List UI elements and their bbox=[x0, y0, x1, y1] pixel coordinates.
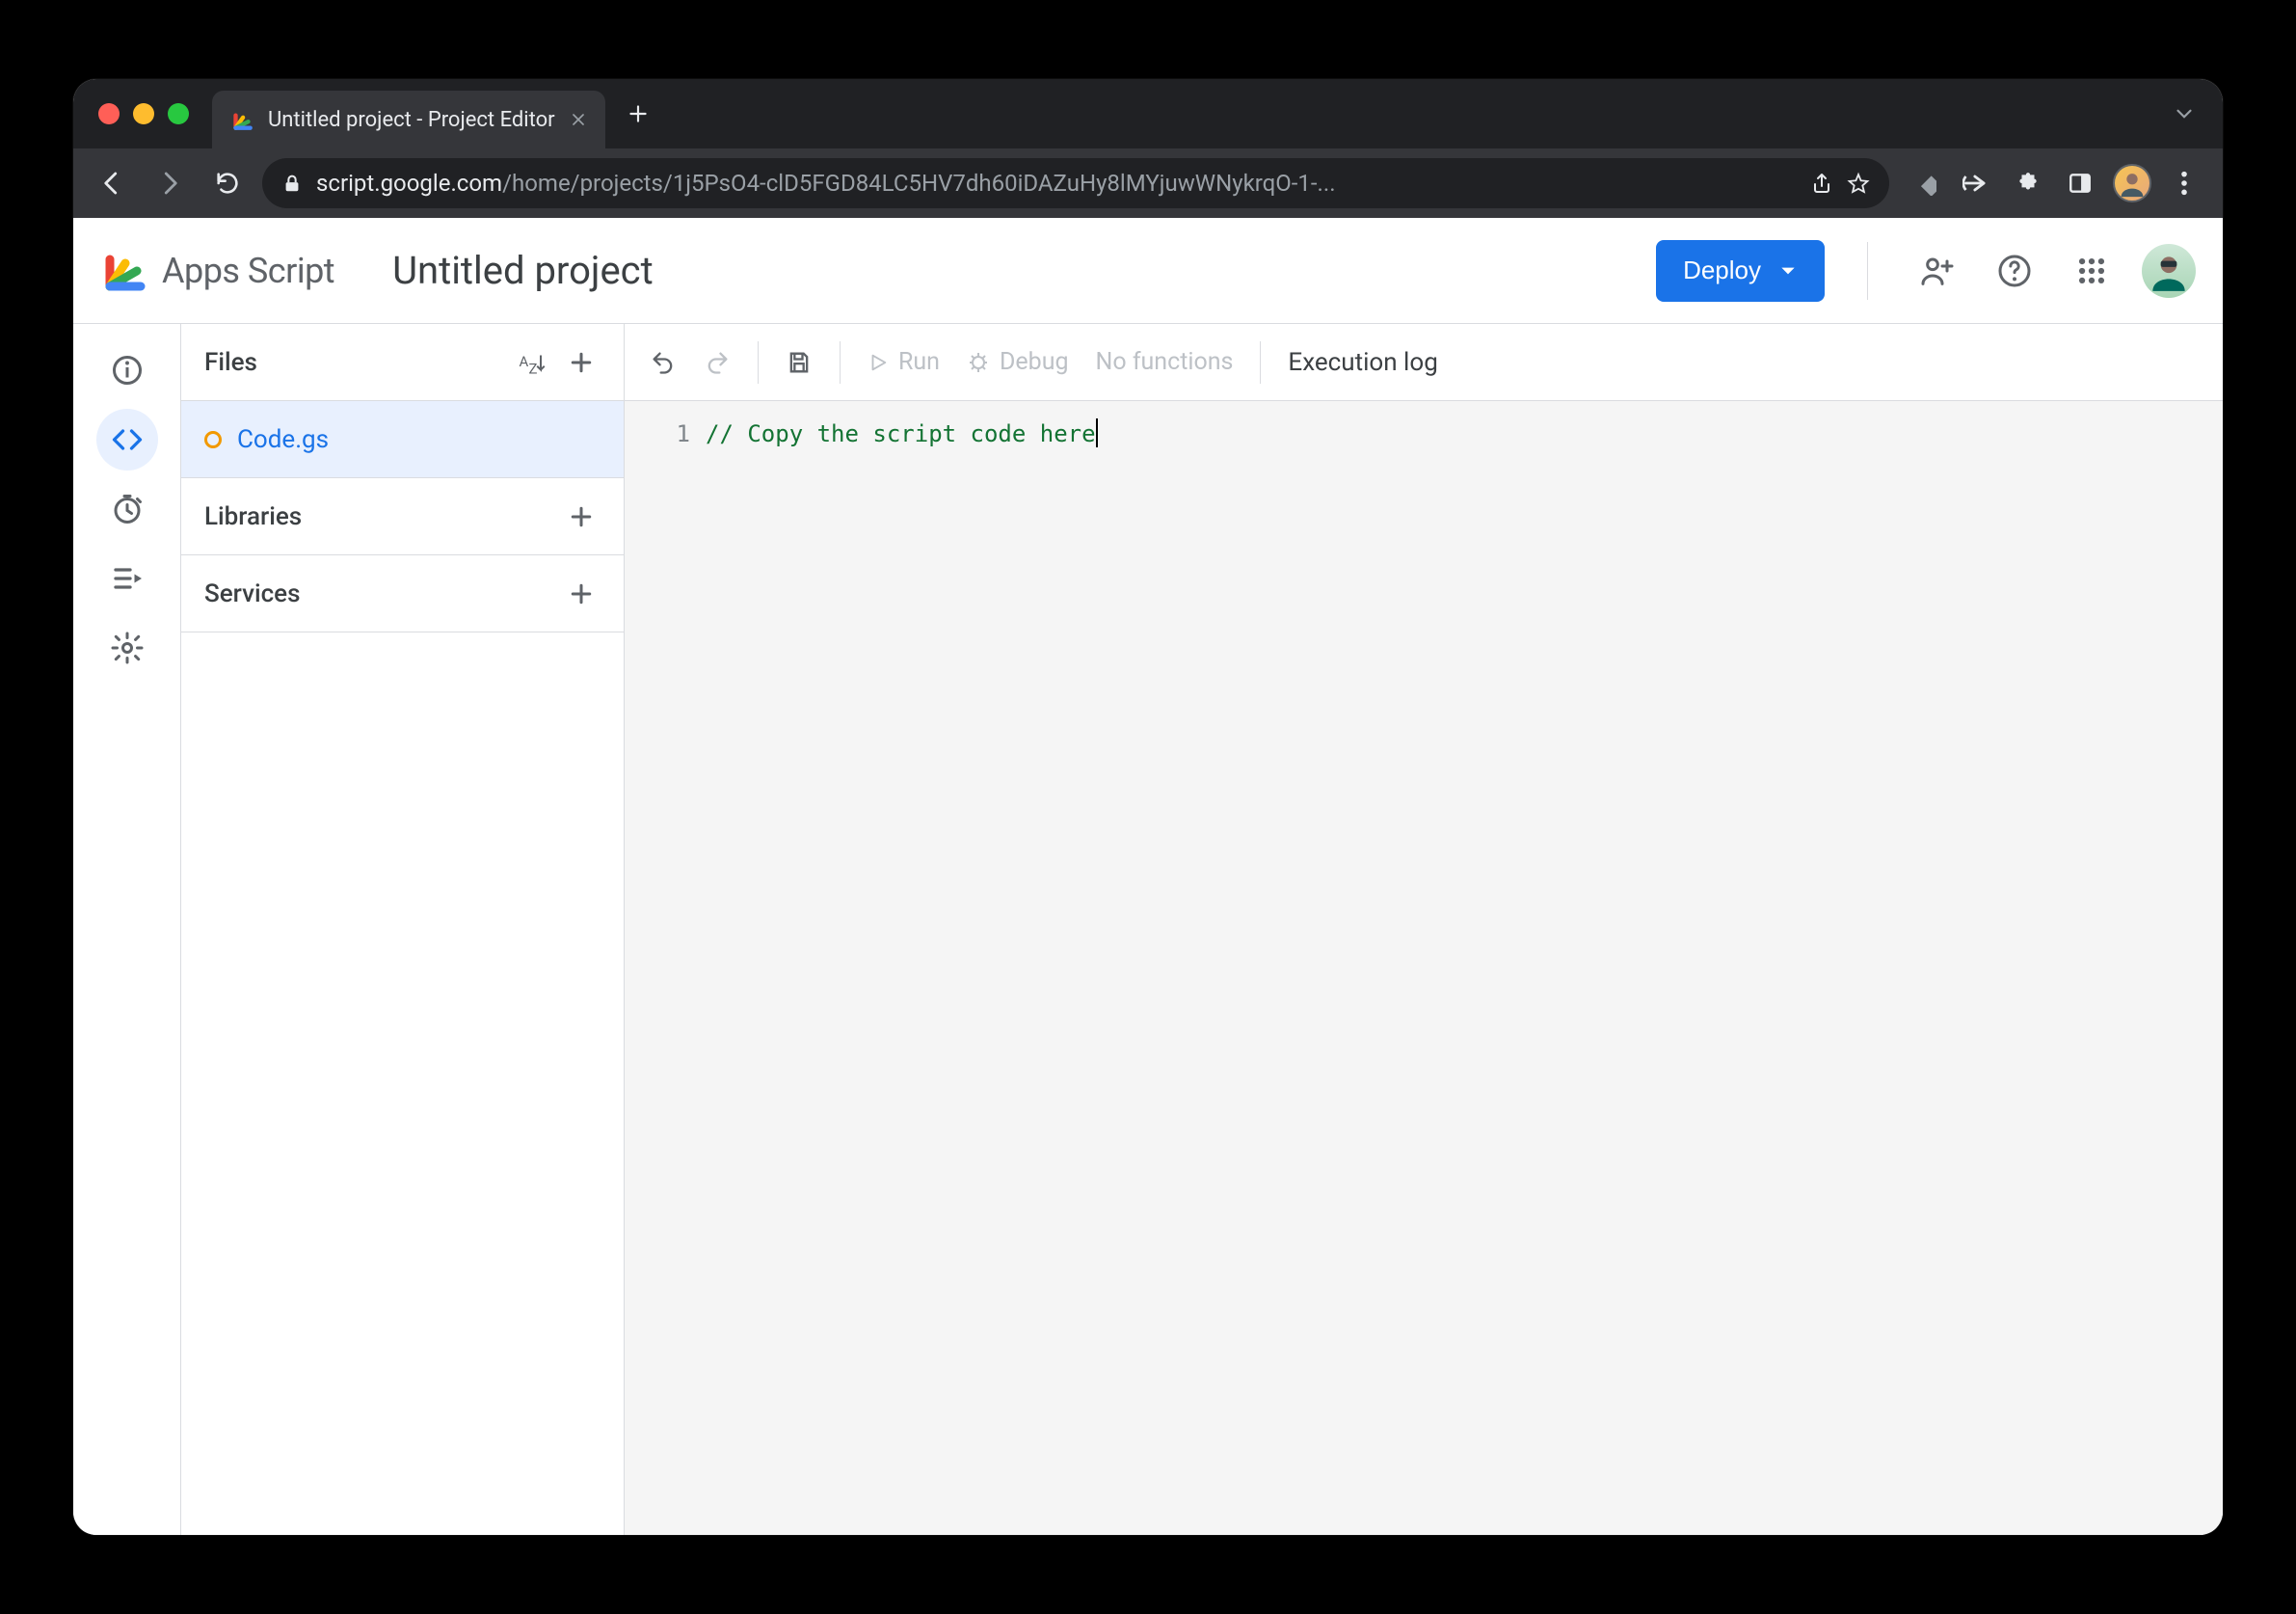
product-name: Apps Script bbox=[162, 251, 334, 291]
app-header: Apps Script Untitled project Deploy bbox=[73, 218, 2223, 324]
apps-script-logo-icon bbox=[100, 248, 147, 294]
code-lines[interactable]: // Copy the script code here bbox=[706, 401, 2223, 1535]
app-content: Apps Script Untitled project Deploy bbox=[73, 218, 2223, 1535]
minimize-window-button[interactable] bbox=[133, 103, 154, 124]
nav-executions-button[interactable] bbox=[96, 548, 158, 609]
add-service-button[interactable] bbox=[562, 575, 601, 613]
function-selector[interactable]: No functions bbox=[1086, 339, 1243, 386]
forward-button[interactable] bbox=[147, 160, 193, 206]
bookmark-star-icon[interactable] bbox=[1847, 172, 1870, 195]
services-heading: Services bbox=[204, 579, 562, 608]
divider bbox=[1867, 242, 1868, 300]
line-gutter: 1 bbox=[625, 401, 706, 1535]
project-title[interactable]: Untitled project bbox=[392, 248, 654, 293]
apps-script-favicon bbox=[229, 107, 254, 132]
browser-menu-button[interactable] bbox=[2161, 160, 2207, 206]
libraries-heading: Libraries bbox=[204, 502, 562, 531]
extension-send-icon[interactable] bbox=[1953, 160, 1999, 206]
unsaved-indicator-icon bbox=[204, 431, 222, 448]
files-heading-row: Files AZ bbox=[181, 324, 624, 401]
deploy-button[interactable]: Deploy bbox=[1656, 240, 1825, 302]
profile-avatar-button[interactable] bbox=[2109, 160, 2155, 206]
side-panel-icon[interactable] bbox=[2057, 160, 2103, 206]
account-avatar-button[interactable] bbox=[2142, 244, 2196, 298]
tab-list-button[interactable] bbox=[2161, 91, 2207, 137]
extensions-puzzle-icon[interactable] bbox=[2005, 160, 2051, 206]
nav-editor-button[interactable] bbox=[96, 409, 158, 471]
add-file-button[interactable] bbox=[562, 343, 601, 382]
new-tab-button[interactable] bbox=[615, 91, 661, 137]
divider bbox=[1260, 341, 1261, 384]
run-label: Run bbox=[898, 348, 940, 376]
product-logo-block[interactable]: Apps Script bbox=[100, 248, 334, 294]
function-selector-label: No functions bbox=[1096, 348, 1234, 376]
share-icon[interactable] bbox=[1810, 172, 1833, 195]
sort-files-button[interactable]: AZ bbox=[512, 343, 550, 382]
line-number: 1 bbox=[625, 420, 690, 447]
divider bbox=[840, 341, 841, 384]
browser-window: Untitled project - Project Editor bbox=[73, 79, 2223, 1535]
app-body: Files AZ Code.gs Libraries bbox=[73, 324, 2223, 1535]
svg-text:A: A bbox=[520, 352, 529, 369]
window-controls bbox=[98, 103, 189, 124]
save-button[interactable] bbox=[776, 339, 822, 386]
help-button[interactable] bbox=[1988, 244, 2042, 298]
back-button[interactable] bbox=[89, 160, 135, 206]
maximize-window-button[interactable] bbox=[168, 103, 189, 124]
lock-icon bbox=[281, 173, 303, 194]
debug-label: Debug bbox=[1000, 348, 1069, 376]
redo-button[interactable] bbox=[694, 339, 740, 386]
nav-rail bbox=[73, 324, 181, 1535]
services-heading-row: Services bbox=[181, 555, 624, 632]
nav-settings-button[interactable] bbox=[96, 617, 158, 679]
browser-toolbar: script.google.com/home/projects/1j5PsO4-… bbox=[73, 148, 2223, 218]
nav-triggers-button[interactable] bbox=[96, 478, 158, 540]
divider bbox=[758, 341, 759, 384]
extension-diamond-icon[interactable] bbox=[1901, 160, 1947, 206]
undo-button[interactable] bbox=[640, 339, 686, 386]
chevron-down-icon bbox=[1778, 261, 1798, 281]
execution-log-button[interactable]: Execution log bbox=[1288, 348, 1437, 377]
code-line-text: // Copy the script code here bbox=[706, 420, 1096, 447]
google-apps-button[interactable] bbox=[2065, 244, 2119, 298]
address-bar[interactable]: script.google.com/home/projects/1j5PsO4-… bbox=[262, 158, 1889, 208]
tab-title: Untitled project - Project Editor bbox=[268, 108, 555, 132]
libraries-heading-row: Libraries bbox=[181, 478, 624, 555]
files-panel: Files AZ Code.gs Libraries bbox=[181, 324, 625, 1535]
add-library-button[interactable] bbox=[562, 498, 601, 536]
file-item[interactable]: Code.gs bbox=[181, 401, 624, 478]
code-editor[interactable]: 1 // Copy the script code here bbox=[625, 401, 2223, 1535]
file-name: Code.gs bbox=[237, 425, 329, 454]
svg-text:Z: Z bbox=[529, 360, 538, 377]
reload-button[interactable] bbox=[204, 160, 251, 206]
share-project-button[interactable] bbox=[1910, 244, 1964, 298]
editor-toolbar: Run Debug No functions Execution log bbox=[625, 324, 2223, 401]
editor-area: Run Debug No functions Execution log 1 bbox=[625, 324, 2223, 1535]
debug-button[interactable]: Debug bbox=[957, 339, 1079, 386]
nav-overview-button[interactable] bbox=[96, 339, 158, 401]
close-tab-button[interactable] bbox=[569, 110, 588, 129]
run-button[interactable]: Run bbox=[858, 339, 949, 386]
text-cursor bbox=[1096, 418, 1098, 447]
files-heading: Files bbox=[204, 348, 512, 377]
url-text: script.google.com/home/projects/1j5PsO4-… bbox=[316, 170, 1797, 197]
close-window-button[interactable] bbox=[98, 103, 120, 124]
deploy-button-label: Deploy bbox=[1683, 256, 1761, 285]
browser-tab-active[interactable]: Untitled project - Project Editor bbox=[212, 91, 605, 148]
browser-tab-strip: Untitled project - Project Editor bbox=[73, 79, 2223, 148]
